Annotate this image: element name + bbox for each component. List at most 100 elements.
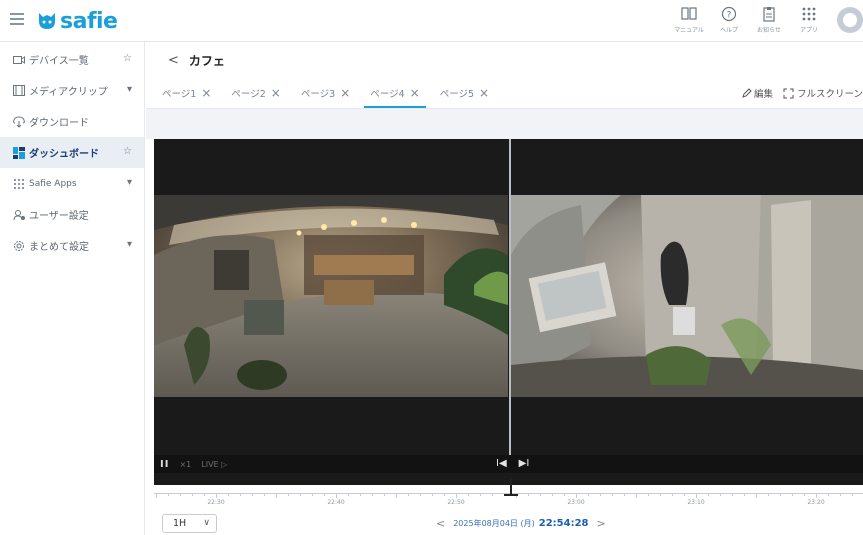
fullscreen-button[interactable]: フルスクリーン xyxy=(783,86,863,100)
timeline-tick xyxy=(564,493,565,496)
range-select[interactable]: 1H ∨ xyxy=(162,514,217,533)
skip-back-button[interactable]: I◀ xyxy=(496,458,507,469)
sidebar-item-media-clips[interactable]: メディアクリップ ▾ xyxy=(0,75,144,106)
chevron-down-icon[interactable]: ▾ xyxy=(127,239,132,250)
timeline-tick xyxy=(588,493,589,496)
sidebar-item-label: ダウンロード xyxy=(29,118,89,129)
playhead[interactable] xyxy=(510,479,512,495)
timeline-tick xyxy=(240,493,241,496)
cafe-interior-image xyxy=(154,195,508,397)
time-display: 22:54:28 xyxy=(538,518,589,529)
timeline-tick xyxy=(756,493,757,498)
timeline-tick xyxy=(840,493,841,496)
timeline-label: 22:40 xyxy=(327,499,345,506)
chevron-down-icon[interactable]: ▾ xyxy=(127,177,132,188)
timeline-tick xyxy=(264,493,265,496)
back-button[interactable]: < xyxy=(168,53,179,68)
manual-button[interactable]: マニュアル xyxy=(669,6,709,34)
live-button[interactable]: LIVE ▷ xyxy=(201,460,227,469)
skip-forward-button[interactable]: ▶I xyxy=(519,458,530,469)
close-icon[interactable]: × xyxy=(340,86,350,100)
apps-button[interactable]: アプリ xyxy=(789,6,829,34)
tab-page-3[interactable]: ページ3 × xyxy=(295,78,356,108)
sidebar-item-devices[interactable]: デバイス一覧 ☆ xyxy=(0,44,144,75)
sidebar-item-dashboard[interactable]: ダッシュボード ☆ xyxy=(0,137,144,168)
page-title: カフェ xyxy=(188,54,225,68)
pause-button[interactable]: II xyxy=(160,459,169,470)
safie-logo[interactable]: safie xyxy=(36,7,118,35)
timeline[interactable]: 22:30 22:40 22:50 23:00 23:10 23:20 xyxy=(154,479,863,511)
sidebar-item-label: まとめて設定 xyxy=(29,242,89,253)
tab-page-1[interactable]: ページ1 × xyxy=(156,78,217,108)
close-icon[interactable]: × xyxy=(410,86,420,100)
timeline-tick xyxy=(204,493,205,496)
timeline-tick xyxy=(636,493,637,498)
timeline-tick xyxy=(804,493,805,496)
timeline-tick xyxy=(324,493,325,496)
timeline-tick xyxy=(780,493,781,496)
timeline-tick xyxy=(624,493,625,496)
timeline-tick xyxy=(456,493,457,498)
tab-label: ページ3 xyxy=(300,89,336,100)
close-icon[interactable]: × xyxy=(479,86,489,100)
timeline-tick xyxy=(228,493,229,496)
notice-button[interactable]: お知らせ xyxy=(749,6,789,34)
help-button[interactable]: ? ヘルプ xyxy=(709,6,749,34)
avatar[interactable] xyxy=(837,7,863,33)
close-icon[interactable]: × xyxy=(201,86,211,100)
settings-icon xyxy=(12,239,26,253)
tab-page-4[interactable]: ページ4 × xyxy=(364,78,427,108)
help-icon: ? xyxy=(721,6,737,22)
date-display[interactable]: 2025年08月04日 (月) xyxy=(453,518,535,529)
tab-page-2[interactable]: ページ2 × xyxy=(225,78,286,108)
next-date-button[interactable]: > xyxy=(596,517,605,530)
timeline-tick xyxy=(852,493,853,496)
sidebar-item-bulk-settings[interactable]: まとめて設定 ▾ xyxy=(0,230,144,261)
timeline-label: 23:10 xyxy=(687,499,705,506)
tab-label: ページ5 xyxy=(439,89,475,100)
timeline-tick xyxy=(708,493,709,496)
tab-label: ページ4 xyxy=(370,89,405,100)
close-icon[interactable]: × xyxy=(271,86,281,100)
timeline-tick xyxy=(252,493,253,496)
sidebar-item-label: ダッシュボード xyxy=(29,149,99,160)
edit-button[interactable]: 編集 xyxy=(742,86,773,100)
timeline-tick xyxy=(684,493,685,496)
sidebar-item-label: ユーザー設定 xyxy=(29,211,89,222)
camera-feed-2[interactable] xyxy=(511,195,863,397)
timeline-tick xyxy=(312,493,313,496)
timeline-tick xyxy=(396,493,397,498)
timeline-tick xyxy=(372,493,373,496)
timeline-tick xyxy=(180,493,181,496)
chevron-down-icon[interactable]: ▾ xyxy=(127,84,132,95)
sidebar-item-user-settings[interactable]: ユーザー設定 xyxy=(0,199,144,230)
timeline-tick xyxy=(444,493,445,496)
tab-page-5[interactable]: ページ5 × xyxy=(434,78,495,108)
clipboard-icon xyxy=(763,7,775,22)
timeline-tick xyxy=(384,493,385,496)
sidebar-item-download[interactable]: ダウンロード xyxy=(0,106,144,137)
prev-date-button[interactable]: < xyxy=(436,517,445,530)
video-player: II ×1 LIVE ▷ I◀ ▶I xyxy=(154,139,863,485)
timeline-tick xyxy=(672,493,673,496)
player-controls: II ×1 LIVE ▷ I◀ ▶I xyxy=(154,455,863,473)
star-icon[interactable]: ☆ xyxy=(123,146,132,157)
star-icon[interactable]: ☆ xyxy=(123,53,132,64)
timeline-tick xyxy=(528,493,529,496)
speed-button[interactable]: ×1 xyxy=(179,460,191,469)
timeline-tick xyxy=(816,493,817,498)
main-content: < カフェ ページ1 × ページ2 × ページ3 × ページ4 × ページ5 × 編集 フ… xyxy=(146,42,863,535)
timeline-tick xyxy=(696,493,697,498)
fullscreen-label: フルスクリーン xyxy=(796,89,863,100)
timeline-tick xyxy=(576,493,577,498)
toolbar-band xyxy=(146,109,863,139)
timeline-tick xyxy=(192,493,193,496)
timeline-tick xyxy=(768,493,769,496)
cat-logo-icon xyxy=(39,13,55,29)
sidebar-item-label: メディアクリップ xyxy=(29,87,108,98)
users-icon xyxy=(12,208,26,222)
sidebar-item-safie-apps[interactable]: Safie Apps ▾ xyxy=(0,168,144,199)
timeline-tick xyxy=(336,493,337,498)
menu-icon[interactable] xyxy=(10,13,24,25)
camera-feed-1[interactable] xyxy=(154,195,508,397)
